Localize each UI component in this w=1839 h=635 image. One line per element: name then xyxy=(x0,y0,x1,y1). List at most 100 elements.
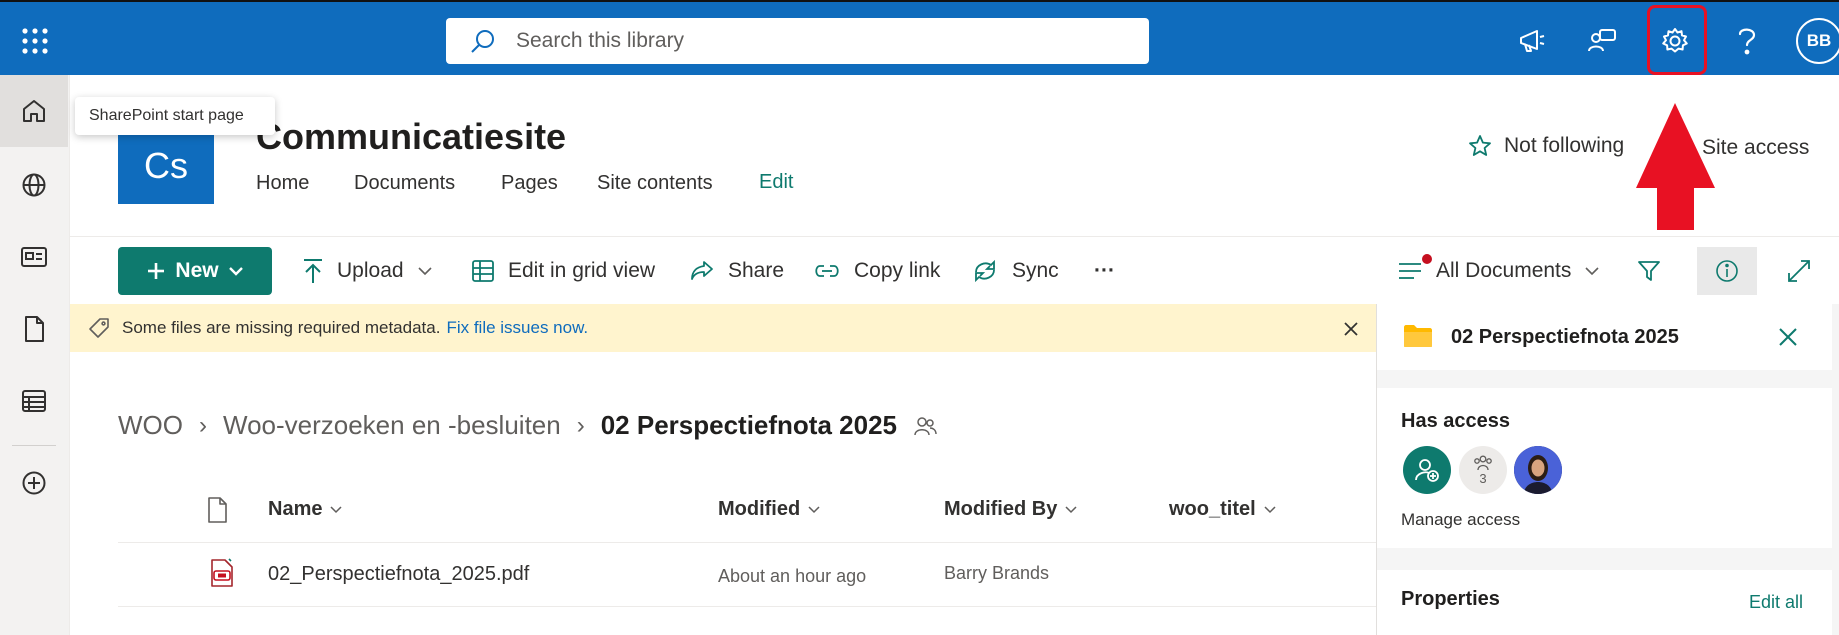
file-modified-by[interactable]: Barry Brands xyxy=(944,563,1049,584)
more-options-button[interactable]: ··· xyxy=(1094,255,1115,287)
site-title[interactable]: Communicatiesite xyxy=(256,116,566,158)
shared-people-icon[interactable] xyxy=(913,415,937,437)
follow-button[interactable]: Not following xyxy=(1468,134,1624,158)
breadcrumb-separator: › xyxy=(576,411,585,439)
link-icon xyxy=(814,263,840,279)
close-icon[interactable] xyxy=(1777,326,1799,348)
rail-divider xyxy=(12,445,56,446)
filter-button[interactable] xyxy=(1638,255,1660,287)
chevron-down-icon xyxy=(330,505,343,514)
rail-lists[interactable] xyxy=(0,365,68,437)
search-icon xyxy=(470,28,496,54)
share-button[interactable]: Share xyxy=(690,255,784,287)
fix-file-issues-link[interactable]: Fix file issues now. xyxy=(446,318,588,338)
tag-warning-icon xyxy=(88,317,110,339)
view-options-icon xyxy=(1398,254,1432,282)
chevron-down-icon xyxy=(1065,505,1077,514)
help-icon[interactable] xyxy=(1727,21,1767,61)
details-pane-toggle[interactable] xyxy=(1697,247,1757,295)
copy-link-button[interactable]: Copy link xyxy=(814,255,940,287)
group-count: 3 xyxy=(1479,470,1487,486)
site-nav-home[interactable]: Home xyxy=(256,172,309,195)
site-nav-documents[interactable]: Documents xyxy=(354,172,455,195)
column-header-modified-by[interactable]: Modified By xyxy=(944,498,1077,521)
header-divider xyxy=(70,236,1839,237)
filter-icon xyxy=(1638,260,1660,282)
expand-icon xyxy=(1787,259,1811,283)
share-icon xyxy=(690,260,714,282)
column-header-label: Modified xyxy=(718,498,801,520)
column-header-label: Modified By xyxy=(944,498,1058,520)
upload-icon xyxy=(303,258,323,284)
upload-label: Upload xyxy=(337,259,404,282)
pdf-file-icon xyxy=(209,558,235,588)
notification-dot xyxy=(1422,254,1432,264)
rail-home[interactable] xyxy=(0,75,68,147)
has-access-section: Has access 3 Manage access xyxy=(1377,388,1832,548)
news-icon xyxy=(20,245,48,269)
column-header-woo-titel[interactable]: woo_titel xyxy=(1169,498,1276,521)
home-icon xyxy=(21,98,47,124)
site-nav-pages[interactable]: Pages xyxy=(501,172,558,195)
new-button[interactable]: New xyxy=(118,247,272,295)
metadata-warning-banner: Some files are missing required metadata… xyxy=(70,304,1376,352)
plus-icon xyxy=(147,262,165,280)
upload-button[interactable]: Upload xyxy=(303,255,432,287)
star-icon xyxy=(1468,134,1492,158)
user-photo-avatar[interactable] xyxy=(1514,446,1562,494)
red-arrow-annotation xyxy=(1633,100,1718,230)
rail-create[interactable] xyxy=(0,447,68,519)
file-type-header-icon[interactable] xyxy=(206,496,228,524)
edit-all-link[interactable]: Edit all xyxy=(1749,592,1803,613)
share-label: Share xyxy=(728,259,785,282)
new-label: New xyxy=(175,259,219,282)
chevron-down-icon xyxy=(228,266,243,276)
breadcrumb-item-woo[interactable]: WOO xyxy=(118,410,183,441)
breadcrumb-separator: › xyxy=(199,411,207,439)
sync-button[interactable]: Sync xyxy=(972,255,1059,287)
site-access-button[interactable]: Site access xyxy=(1702,136,1809,160)
app-launcher-icon[interactable] xyxy=(20,26,50,56)
rail-news[interactable] xyxy=(0,221,68,293)
manage-access-link[interactable]: Manage access xyxy=(1401,510,1520,530)
site-nav-site-contents[interactable]: Site contents xyxy=(597,172,713,195)
file-modified: About an hour ago xyxy=(718,566,867,586)
column-header-label: Name xyxy=(268,498,323,520)
search-box[interactable]: Search this library xyxy=(446,18,1149,64)
rail-files[interactable] xyxy=(0,293,68,365)
site-nav-edit[interactable]: Edit xyxy=(759,171,793,194)
breadcrumb-item-woo-verzoeken[interactable]: Woo-verzoeken en -besluiten xyxy=(223,410,561,441)
site-logo[interactable]: Cs xyxy=(118,128,214,204)
list-icon xyxy=(21,389,47,413)
follow-label: Not following xyxy=(1504,134,1625,157)
add-person-icon[interactable] xyxy=(1403,446,1451,494)
globe-icon xyxy=(21,172,47,198)
chat-feedback-icon[interactable] xyxy=(1583,21,1623,61)
chevron-down-icon xyxy=(808,505,820,514)
has-access-heading: Has access xyxy=(1401,410,1510,432)
view-label: All Documents xyxy=(1436,259,1572,282)
suite-header: Search this library BB xyxy=(0,0,1839,75)
search-input[interactable]: Search this library xyxy=(516,29,684,53)
column-header-modified[interactable]: Modified xyxy=(718,498,820,521)
megaphone-icon[interactable] xyxy=(1512,21,1552,61)
banner-message: Some files are missing required metadata… xyxy=(122,318,441,337)
info-icon xyxy=(1715,259,1739,283)
details-pane-title: 02 Perspectiefnota 2025 xyxy=(1451,326,1679,348)
view-switcher[interactable]: All Documents xyxy=(1398,254,1599,287)
column-header-name[interactable]: Name xyxy=(268,498,343,521)
user-avatar[interactable]: BB xyxy=(1796,18,1839,64)
add-circle-icon xyxy=(21,470,47,496)
chevron-down-icon xyxy=(417,266,432,276)
breadcrumb-item-current: 02 Perspectiefnota 2025 xyxy=(600,410,897,440)
chevron-down-icon xyxy=(1264,505,1276,514)
group-icon xyxy=(1473,455,1493,471)
edit-grid-view-button[interactable]: Edit in grid view xyxy=(472,255,655,287)
group-members-badge[interactable]: 3 xyxy=(1459,446,1507,494)
document-icon xyxy=(23,315,45,343)
details-pane-header: 02 Perspectiefnota 2025 xyxy=(1377,304,1832,370)
close-icon[interactable] xyxy=(1340,318,1362,340)
file-name-link[interactable]: 02_Perspectiefnota_2025.pdf xyxy=(268,563,529,586)
expand-button[interactable] xyxy=(1787,255,1811,287)
rail-sites[interactable] xyxy=(0,149,68,221)
